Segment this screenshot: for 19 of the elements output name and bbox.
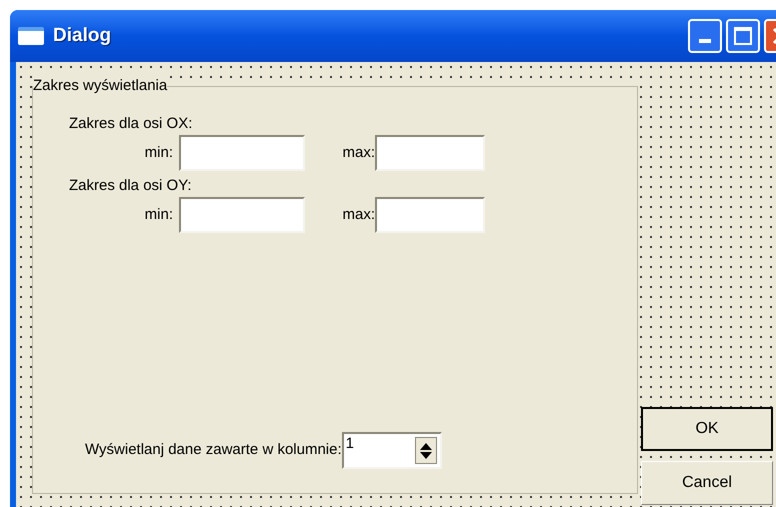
- window-icon: [18, 27, 44, 45]
- max-field[interactable]: [375, 197, 485, 233]
- min-label: min:: [144, 204, 174, 225]
- minimize-button[interactable]: [688, 19, 722, 53]
- min-field[interactable]: [179, 135, 305, 171]
- max-label: max:: [341, 204, 375, 225]
- ok-button[interactable]: OK: [641, 407, 773, 451]
- column-label: Wyświetlanj dane zawarte w kolumnie:: [85, 440, 342, 460]
- min-label: min:: [144, 142, 174, 163]
- axis-label: Zakres dla osi OY:: [69, 176, 193, 196]
- min-field[interactable]: [179, 197, 305, 233]
- max-field[interactable]: [375, 135, 485, 171]
- maximize-button[interactable]: [726, 19, 760, 53]
- spin-arrows-icon[interactable]: [414, 437, 437, 464]
- cancel-button[interactable]: Cancel: [641, 461, 773, 505]
- column-spinbox[interactable]: 1: [342, 432, 442, 469]
- axis-label: Zakres dla osi OX:: [69, 114, 194, 134]
- window-title: Dialog: [53, 24, 112, 48]
- max-label: max:: [341, 142, 375, 163]
